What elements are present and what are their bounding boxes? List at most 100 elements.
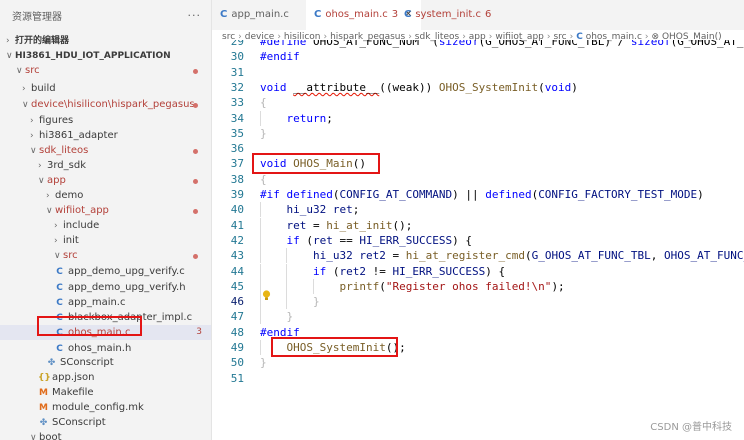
line-number: 30 xyxy=(230,50,244,64)
tree-item-label: app_demo_upg_verify.h xyxy=(68,282,186,293)
modified-dot-icon xyxy=(193,254,198,259)
c-file-icon: C xyxy=(404,9,412,20)
line-number: 48 xyxy=(230,325,244,339)
tree-item[interactable]: › 3rd_sdk xyxy=(0,158,211,173)
tree-item[interactable]: › demo xyxy=(0,188,211,203)
tree-item-label: hi3861_adapter xyxy=(39,130,118,141)
tree-item[interactable]: ✤ SConscript xyxy=(0,355,211,370)
c-file-icon: C xyxy=(314,9,322,20)
tree-item[interactable]: ∨ boot xyxy=(0,430,211,440)
tree-item[interactable]: Mmodule_config.mk xyxy=(0,400,211,415)
line-number: 43 xyxy=(230,249,244,263)
code-text: } xyxy=(260,356,267,370)
tree-item[interactable]: ∨ device\hisilicon\hispark_pegasus xyxy=(0,97,211,112)
code-text: return; xyxy=(286,111,333,125)
code-text: printf("Register ohos failed!\n"); xyxy=(339,279,565,293)
code-line: 41 ret = hi_at_init(); xyxy=(212,217,744,233)
line-number: 46 xyxy=(230,295,244,309)
lightbulb-icon[interactable] xyxy=(262,290,271,302)
indent-guide xyxy=(260,340,261,355)
explorer-title: 资源管理器 xyxy=(12,11,62,23)
code-text: #endif xyxy=(260,50,300,64)
tree-item-label: ohos_main.h xyxy=(68,343,132,354)
explorer-header: 资源管理器 ··· xyxy=(0,0,211,30)
tree-item[interactable]: ✤ SConscript xyxy=(0,415,211,430)
line-number: 38 xyxy=(230,172,244,186)
line-number: 33 xyxy=(230,96,244,110)
tree-item[interactable]: › figures xyxy=(0,113,211,128)
editor-tab[interactable]: Capp_main.c xyxy=(212,0,297,30)
tree-item[interactable]: › 打开的编辑器 xyxy=(0,33,211,48)
tree-item[interactable]: Capp_main.c xyxy=(0,295,211,310)
highlight-box-explorer-file xyxy=(37,316,142,336)
code-line: 29 #define OHOS_AT_FUNC_NUM (sizeof(G_OHO… xyxy=(212,40,744,49)
line-number: 49 xyxy=(230,341,244,354)
code-editor[interactable]: 29 #define OHOS_AT_FUNC_NUM (sizeof(G_OHO… xyxy=(212,40,744,440)
chevron-icon: ∨ xyxy=(22,100,29,110)
code-text: if (ret == HI_ERR_SUCCESS) { xyxy=(286,233,472,247)
watermark: CSDN @普中科技 xyxy=(650,422,732,433)
code-text: } xyxy=(260,126,267,140)
code-text: ret = hi_at_init(); xyxy=(286,218,413,232)
tree-item[interactable]: › init xyxy=(0,233,211,248)
tree-item[interactable]: Capp_demo_upg_verify.h xyxy=(0,280,211,295)
tree-item-label: build xyxy=(31,83,56,94)
indent-guide xyxy=(260,248,261,264)
code-text: } xyxy=(260,310,294,324)
chevron-icon: ∨ xyxy=(54,251,61,261)
c-file-icon: C xyxy=(220,9,228,20)
code-line: 34 return; xyxy=(212,110,744,126)
line-number: 34 xyxy=(230,111,244,125)
tree-item-label: include xyxy=(63,220,100,231)
code-text: hi_u32 ret2 = hi_at_register_cmd(G_OHOS_… xyxy=(312,249,744,263)
code-line: 45 printf("Register ohos failed!\n"); xyxy=(212,278,744,294)
tree-item-label: src xyxy=(25,65,40,76)
tree-item[interactable]: M Makefile xyxy=(0,385,211,400)
line-number: 42 xyxy=(230,233,244,247)
tree-item[interactable]: Cohos_main.h xyxy=(0,341,211,356)
chevron-icon: ∨ xyxy=(6,51,13,61)
tree-item[interactable]: ∨ sdk_liteos xyxy=(0,143,211,158)
tree-item[interactable]: {}app.json xyxy=(0,370,211,385)
tree-item-label: 3rd_sdk xyxy=(47,160,86,171)
chevron-icon: ∨ xyxy=(30,146,37,156)
highlight-box-ohos-main xyxy=(252,153,380,174)
indent-guide xyxy=(260,309,261,325)
tree-item-label: wifiiot_app xyxy=(55,205,109,216)
tree-item[interactable]: › hi3861_adapter xyxy=(0,128,211,143)
tree-item[interactable]: ∨ app xyxy=(0,173,211,188)
code-line: 46 } xyxy=(212,294,744,310)
line-number: 36 xyxy=(230,142,244,156)
chevron-icon: › xyxy=(6,36,10,46)
tree-item[interactable]: ∨ HI3861_HDU_IOT_APPLICATION xyxy=(0,48,211,63)
line-number: 51 xyxy=(230,371,244,385)
tree-item[interactable]: ∨ src xyxy=(0,248,211,263)
line-number: 39 xyxy=(230,188,244,201)
file-type-icon: C xyxy=(56,283,63,293)
code-line: 47 } xyxy=(212,309,744,325)
code-line: 35} xyxy=(212,126,744,141)
line-number: 40 xyxy=(230,203,244,217)
tree-item[interactable]: Capp_demo_upg_verify.c xyxy=(0,264,211,279)
problem-count-badge: 6 xyxy=(485,9,492,20)
file-type-icon: M xyxy=(39,388,48,398)
code-text: #if defined(CONFIG_AT_COMMAND) || define… xyxy=(260,188,704,201)
indent-guide xyxy=(312,278,314,294)
tree-item[interactable]: ∨ wifiiot_app xyxy=(0,203,211,218)
tree-item[interactable]: › include xyxy=(0,218,211,233)
file-type-icon: {} xyxy=(38,373,51,383)
indent-guide xyxy=(260,232,261,248)
modified-dot-icon xyxy=(193,69,198,74)
editor-tab[interactable]: Csystem_init.c 6 xyxy=(396,0,499,30)
tab-label: ohos_main.c xyxy=(325,9,388,20)
chevron-icon: › xyxy=(38,161,42,171)
highlight-box-system-init xyxy=(271,337,398,357)
code-text: void __attribute__((weak)) OHOS_SystemIn… xyxy=(260,80,578,94)
tree-item[interactable]: › build xyxy=(0,81,211,96)
more-actions-icon[interactable]: ··· xyxy=(188,9,202,22)
tree-item-label: sdk_liteos xyxy=(39,145,89,156)
code-line: 30 #endif xyxy=(212,49,744,64)
line-number: 45 xyxy=(230,279,244,293)
indent-guide xyxy=(286,248,288,264)
tree-item[interactable]: ∨ src xyxy=(0,63,211,78)
